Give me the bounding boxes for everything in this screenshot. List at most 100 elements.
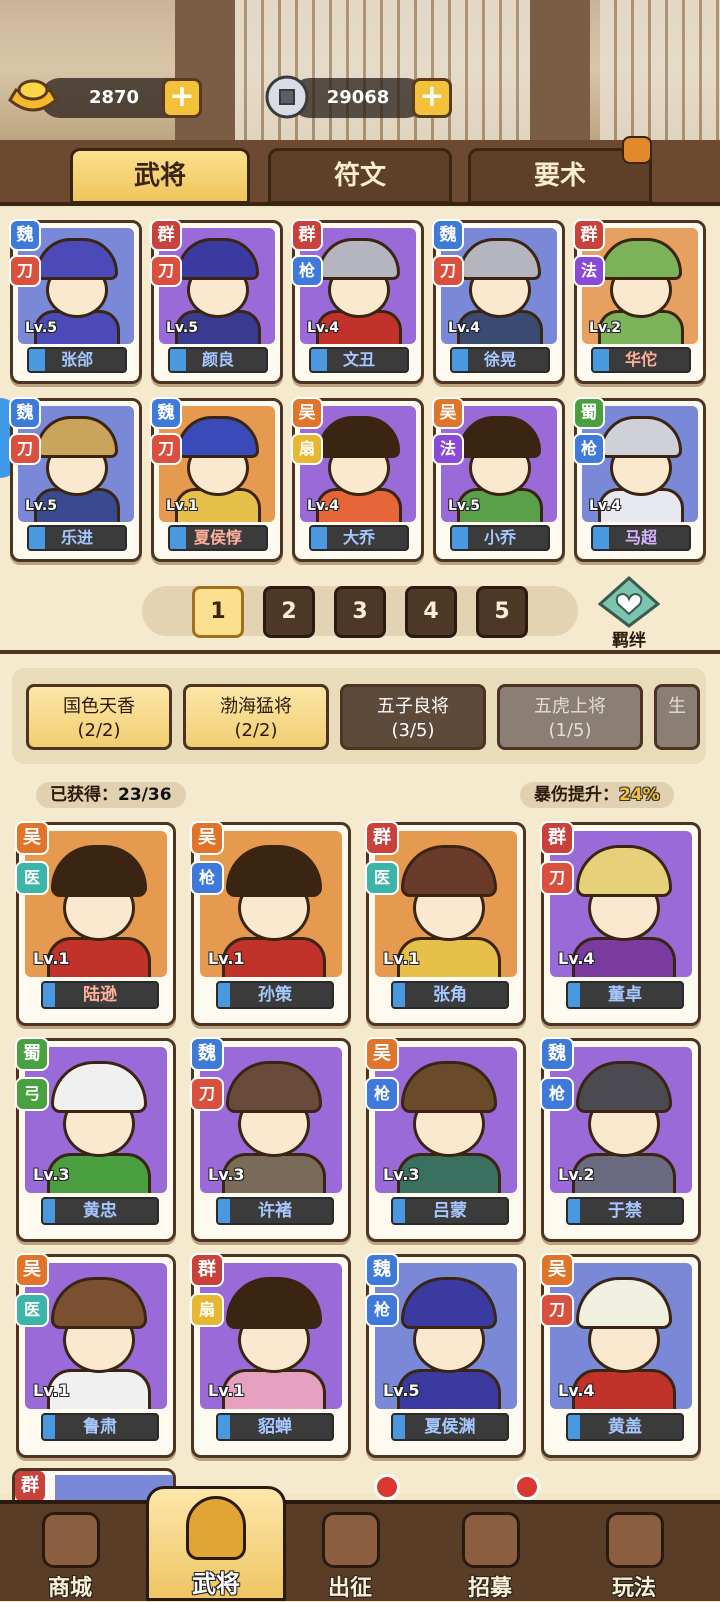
page-button-3[interactable]: 3: [334, 586, 386, 638]
set-button[interactable]: 生: [654, 684, 700, 750]
set-button[interactable]: 国色天香 (2/2): [26, 684, 172, 750]
hero-name-bar: 颜良: [168, 347, 268, 373]
hero-card[interactable]: 魏刀 Lv.5 张郃: [9, 219, 142, 384]
hero-card[interactable]: 吴刀 Lv.4 黄盖: [540, 1253, 701, 1458]
nav-helmet[interactable]: 武将: [146, 1486, 286, 1601]
obtained-label: 已获得：: [50, 785, 118, 805]
hero-helmet: [36, 238, 118, 280]
blade-icon: 刀: [9, 433, 41, 465]
faction-badge: 吴: [291, 397, 323, 429]
nav-battle[interactable]: 出征: [290, 1506, 410, 1601]
faction-badge: 群: [365, 821, 399, 855]
set-button[interactable]: 五子良将 (3/5): [340, 684, 486, 750]
hero-card[interactable]: 吴医 Lv.1 陆逊: [15, 821, 176, 1026]
nav-label: 出征: [327, 1576, 372, 1601]
copper-coin-icon: [265, 75, 309, 119]
hero-name: 鲁肃: [83, 1417, 117, 1437]
hero-name: 华佗: [624, 350, 657, 369]
obtained-count: 已获得：23/36: [36, 782, 186, 808]
hero-level: Lv.1: [166, 498, 198, 514]
set-button[interactable]: 渤海猛将 (2/2): [183, 684, 329, 750]
faction-badge: 魏: [190, 1037, 224, 1071]
hero-card[interactable]: 吴法 Lv.5 小乔: [432, 397, 565, 562]
hero-card[interactable]: 吴枪 Lv.1 孙策: [190, 821, 351, 1026]
hero-name-bar: 于禁: [566, 1197, 684, 1225]
hero-card[interactable]: 魏枪 Lv.2 于禁: [540, 1037, 701, 1242]
nav-shop[interactable]: 商城: [10, 1506, 130, 1601]
page-button-5[interactable]: 5: [476, 586, 528, 638]
crit-label: 暴伤提升：: [534, 785, 619, 805]
hero-name: 黄盖: [608, 1417, 642, 1437]
bond-button[interactable]: 羁绊: [598, 576, 660, 651]
faction-badge: 魏: [365, 1253, 399, 1287]
hero-card[interactable]: 群扇 Lv.1 貂蝉: [190, 1253, 351, 1458]
progress-fill: [29, 527, 45, 549]
hero-card[interactable]: 群刀 Lv.5 颜良: [150, 219, 283, 384]
nav-gameplay[interactable]: 玩法: [574, 1506, 694, 1601]
hero-name-bar: 吕蒙: [391, 1197, 509, 1225]
crit-bonus: 暴伤提升：24%: [520, 782, 674, 808]
hero-card[interactable]: 吴枪 Lv.3 吕蒙: [365, 1037, 526, 1242]
gold-ingot-icon: [8, 79, 58, 112]
progress-fill: [452, 349, 468, 371]
hero-card[interactable]: 魏刀 Lv.1 夏侯惇: [150, 397, 283, 562]
hero-name-bar: 夏侯渊: [391, 1413, 509, 1441]
window-lattice: [600, 0, 720, 140]
faction-badge: 群: [150, 219, 182, 251]
progress-fill: [568, 1199, 580, 1223]
hero-card[interactable]: 群法 Lv.2 华佗: [573, 219, 706, 384]
spear-icon: 枪: [365, 1293, 399, 1327]
set-button[interactable]: 五虎上将 (1/5): [497, 684, 643, 750]
page-button-1[interactable]: 1: [192, 586, 244, 638]
hero-level: Lv.4: [558, 949, 595, 968]
progress-fill: [170, 527, 186, 549]
hero-name: 吕蒙: [433, 1201, 467, 1221]
hero-card[interactable]: 蜀枪 Lv.4 马超: [573, 397, 706, 562]
hero-card[interactable]: 魏枪 Lv.5 夏侯渊: [365, 1253, 526, 1458]
hero-helmet: [226, 845, 322, 897]
faction-badge: 蜀: [573, 397, 605, 429]
hero-card[interactable]: 群刀 Lv.4 董卓: [540, 821, 701, 1026]
hero-card[interactable]: 群医 Lv.1 张角: [365, 821, 526, 1026]
bond-label: 羁绊: [612, 631, 646, 651]
page-button-2[interactable]: 2: [263, 586, 315, 638]
hero-level: Lv.4: [448, 320, 480, 336]
hero-name: 于禁: [608, 1201, 642, 1221]
blade-icon: 刀: [190, 1077, 224, 1111]
hero-helmet: [51, 1277, 147, 1329]
heart-diamond-icon: [598, 576, 660, 628]
hero-card[interactable]: 群枪 Lv.4 文丑: [291, 219, 424, 384]
hero-level: Lv.3: [208, 1165, 245, 1184]
add-coin-button[interactable]: +: [412, 78, 452, 118]
helmet-icon: [186, 1496, 246, 1560]
tab-generals[interactable]: 武将: [70, 148, 250, 204]
blade-icon: 刀: [432, 255, 464, 287]
hero-helmet: [177, 238, 259, 280]
magic-icon: 法: [432, 433, 464, 465]
hero-card[interactable]: 魏刀 Lv.5 乐进: [9, 397, 142, 562]
nav-recruit[interactable]: 招募: [430, 1506, 550, 1601]
hero-level: Lv.5: [25, 320, 57, 336]
page-button-4[interactable]: 4: [405, 586, 457, 638]
fan-icon: 扇: [190, 1293, 224, 1327]
notification-dot: [374, 1474, 400, 1500]
hero-helmet: [459, 238, 541, 280]
heal-icon: 医: [365, 861, 399, 895]
battle-icon: [322, 1512, 380, 1568]
hero-name-bar: 黄忠: [41, 1197, 159, 1225]
tab-runes[interactable]: 符文: [268, 148, 452, 204]
hero-name: 孙策: [258, 985, 292, 1005]
spear-icon: 枪: [291, 255, 323, 287]
hero-helmet: [401, 845, 497, 897]
hero-card[interactable]: 吴扇 Lv.4 大乔: [291, 397, 424, 562]
hero-card[interactable]: 魏刀 Lv.3 许褚: [190, 1037, 351, 1242]
add-gold-button[interactable]: +: [162, 78, 202, 118]
hero-name-bar: 董卓: [566, 981, 684, 1009]
hero-helmet: [576, 1277, 672, 1329]
hero-name: 夏侯惇: [193, 528, 242, 547]
hero-card[interactable]: 吴医 Lv.1 鲁肃: [15, 1253, 176, 1458]
hero-card[interactable]: 蜀弓 Lv.3 黄忠: [15, 1037, 176, 1242]
faction-badge: 群: [540, 821, 574, 855]
hero-card[interactable]: 魏刀 Lv.4 徐晃: [432, 219, 565, 384]
hero-name: 颜良: [201, 350, 234, 369]
